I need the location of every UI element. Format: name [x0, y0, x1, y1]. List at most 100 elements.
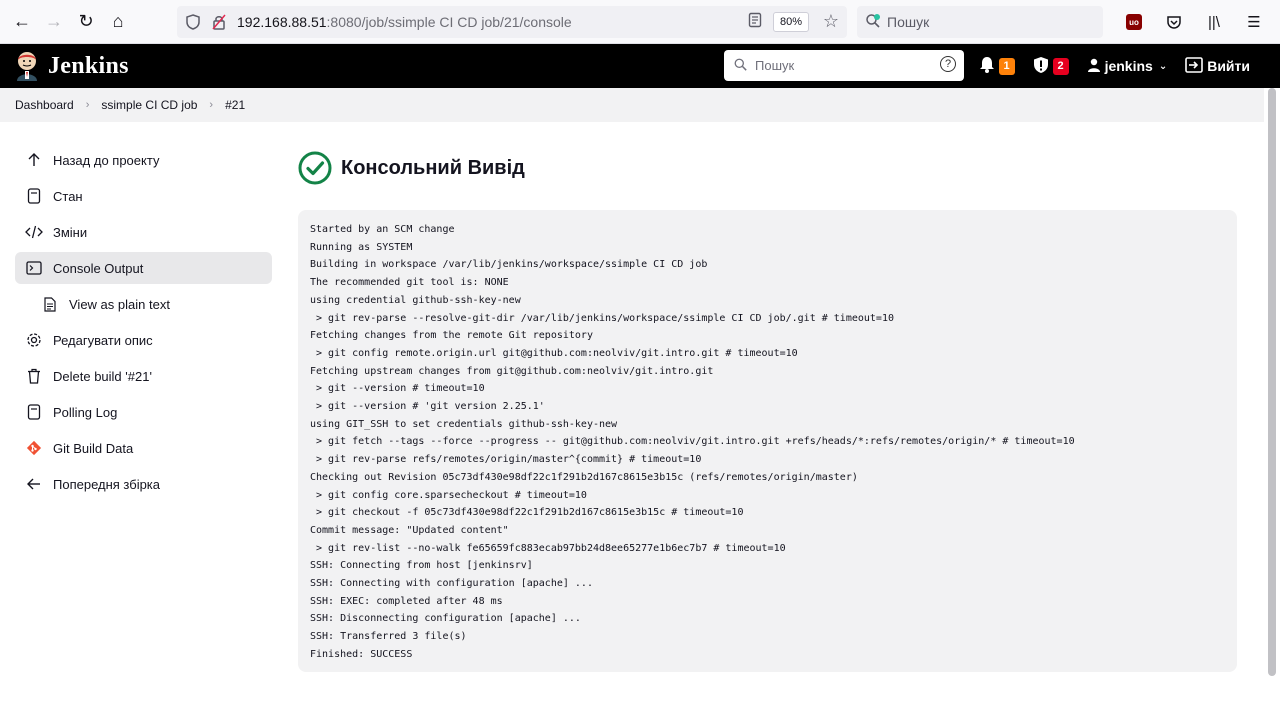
- console-line: Running as SYSTEM: [310, 241, 413, 253]
- console-line: SSH: Connecting from host [jenkinsrv]: [310, 560, 533, 572]
- notifications-count-badge: 1: [998, 57, 1015, 75]
- breadcrumb-build[interactable]: #21: [225, 98, 245, 112]
- sidebar-item-changes[interactable]: Зміни: [15, 216, 272, 248]
- sidebar-item-polling-log[interactable]: Polling Log: [15, 396, 272, 428]
- user-menu-button[interactable]: jenkins ⌄: [1087, 58, 1168, 75]
- sidebar-item-git-build-data[interactable]: Git Build Data: [15, 432, 272, 464]
- console-output: Started by an SCM change Running as SYSTE…: [298, 210, 1237, 672]
- search-icon: [734, 58, 747, 74]
- sidebar-item-label: Console Output: [53, 260, 144, 276]
- sidebar-item-previous-build[interactable]: Попередня збірка: [15, 468, 272, 500]
- arrow-up-icon: [25, 151, 43, 169]
- gear-icon: [25, 331, 43, 349]
- sidebar-item-label: Стан: [53, 188, 83, 204]
- main-area: Назад до проекту Стан Зміни Console Outp…: [0, 122, 1280, 727]
- chevron-right-icon: ›: [85, 99, 90, 111]
- sidebar-item-label: Git Build Data: [53, 440, 134, 456]
- shield-icon[interactable]: [183, 12, 203, 32]
- console-line: using GIT_SSH to set credentials github-…: [310, 418, 618, 430]
- console-line: Started by an SCM change: [310, 224, 455, 235]
- console-line: SSH: Transferred 3 file(s): [310, 631, 467, 643]
- bookmark-star-icon[interactable]: ☆: [823, 11, 839, 32]
- sidebar-item-view-plain-text[interactable]: View as plain text: [15, 288, 272, 320]
- console-line: SSH: Connecting with configuration [apac…: [310, 578, 593, 590]
- console-line: > git --version # timeout=10: [310, 383, 485, 395]
- search-icon: [865, 13, 881, 32]
- content-area: Консольний Вивід Started by an SCM chang…: [298, 148, 1237, 672]
- sidebar-item-label: Polling Log: [53, 404, 118, 420]
- file-icon: [41, 295, 59, 313]
- console-line: > git config remote.origin.url git@githu…: [310, 347, 798, 359]
- insecure-lock-icon[interactable]: [209, 12, 229, 32]
- notifications-button[interactable]: 1: [979, 56, 1015, 76]
- console-line: > git rev-parse refs/remotes/origin/mast…: [310, 454, 702, 466]
- security-count-badge: 2: [1052, 57, 1069, 75]
- reload-button[interactable]: ↻: [70, 6, 102, 38]
- console-line: Fetching upstream changes from git@githu…: [310, 365, 714, 377]
- sidebar-item-label: Назад до проекту: [53, 152, 160, 168]
- sidebar-item-label: Зміни: [53, 224, 88, 240]
- page-scrollbar[interactable]: [1264, 88, 1280, 727]
- breadcrumb-job[interactable]: ssimple CI CD job: [101, 98, 197, 112]
- sidebar-item-status[interactable]: Стан: [15, 180, 272, 212]
- header-actions: 1 2 jenkins ⌄ Вийти: [979, 44, 1250, 88]
- browser-search-input[interactable]: Пошук: [857, 6, 1103, 38]
- document-icon: [25, 187, 43, 205]
- jenkins-logo-icon: [14, 51, 40, 81]
- home-button[interactable]: ⌂: [102, 6, 134, 38]
- scrollbar-thumb[interactable]: [1268, 88, 1276, 676]
- console-line: The recommended git tool is: NONE: [310, 277, 509, 289]
- console-line: Checking out Revision 05c73df430e98df22c…: [310, 471, 858, 483]
- url-host: 192.168.88.51: [237, 14, 327, 30]
- jenkins-home-link[interactable]: Jenkins: [14, 51, 129, 81]
- chevron-down-icon: ⌄: [1158, 60, 1168, 72]
- chevron-right-icon: ›: [209, 99, 214, 111]
- logout-label: Вийти: [1207, 58, 1250, 74]
- browser-search-placeholder: Пошук: [887, 14, 930, 30]
- menu-icon[interactable]: ☰: [1238, 6, 1270, 38]
- sidebar-item-delete-build[interactable]: Delete build '#21': [15, 360, 272, 392]
- jenkins-title: Jenkins: [48, 52, 129, 79]
- forward-button[interactable]: →: [38, 6, 70, 38]
- terminal-icon: [25, 259, 43, 277]
- sidebar-item-label: View as plain text: [69, 296, 170, 312]
- security-button[interactable]: 2: [1033, 56, 1069, 77]
- browser-extensions: uo ||\ ☰: [1118, 6, 1270, 38]
- trash-icon: [25, 367, 43, 385]
- jenkins-search-placeholder: Пошук: [755, 58, 795, 73]
- git-icon: [25, 439, 43, 457]
- logout-button[interactable]: Вийти: [1185, 56, 1250, 76]
- url-path: :8080/job/ssimple CI CD job/21/console: [326, 14, 572, 30]
- sidebar-item-console-output[interactable]: Console Output: [15, 252, 272, 284]
- reader-view-icon[interactable]: [748, 12, 762, 31]
- sidebar-item-edit-description[interactable]: Редагувати опис: [15, 324, 272, 356]
- console-line: > git rev-list --no-walk fe65659fc883eca…: [310, 542, 786, 554]
- success-check-icon: [298, 151, 332, 185]
- sidebar-item-label: Попередня збірка: [53, 476, 161, 492]
- zoom-level-button[interactable]: 80%: [772, 12, 809, 32]
- back-button[interactable]: ←: [6, 6, 38, 38]
- console-line: SSH: EXEC: completed after 48 ms: [310, 595, 503, 607]
- url-bar[interactable]: 192.168.88.51:8080/job/ssimple CI CD job…: [177, 6, 847, 38]
- console-line: Building in workspace /var/lib/jenkins/w…: [310, 259, 708, 271]
- help-icon[interactable]: ?: [940, 56, 956, 72]
- sidebar-item-label: Delete build '#21': [53, 368, 152, 384]
- console-line: Finished: SUCCESS: [310, 648, 413, 660]
- console-line: > git --version # 'git version 2.25.1': [310, 401, 545, 413]
- pocket-icon[interactable]: [1158, 6, 1190, 38]
- sidebar-item-back-to-project[interactable]: Назад до проекту: [15, 144, 272, 176]
- jenkins-header: Jenkins Пошук ? 1 2 jenkins ⌄ Вийти: [0, 44, 1280, 88]
- library-icon[interactable]: ||\: [1198, 6, 1230, 38]
- console-line: > git rev-parse --resolve-git-dir /var/l…: [310, 312, 894, 324]
- console-line: > git config core.sparsecheckout # timeo…: [310, 489, 587, 501]
- shield-alert-icon: [1033, 56, 1049, 77]
- sidebar-item-label: Редагувати опис: [53, 332, 153, 348]
- arrow-left-icon: [25, 475, 43, 493]
- ublock-icon[interactable]: uo: [1118, 6, 1150, 38]
- page-heading: Консольний Вивід: [298, 148, 1237, 188]
- breadcrumb-dashboard[interactable]: Dashboard: [15, 98, 74, 112]
- username: jenkins: [1104, 58, 1153, 74]
- console-line: SSH: Disconnecting configuration [apache…: [310, 613, 581, 625]
- jenkins-search-input[interactable]: Пошук ?: [724, 50, 964, 81]
- console-line: > git checkout -f 05c73df430e98df22c1f29…: [310, 507, 744, 519]
